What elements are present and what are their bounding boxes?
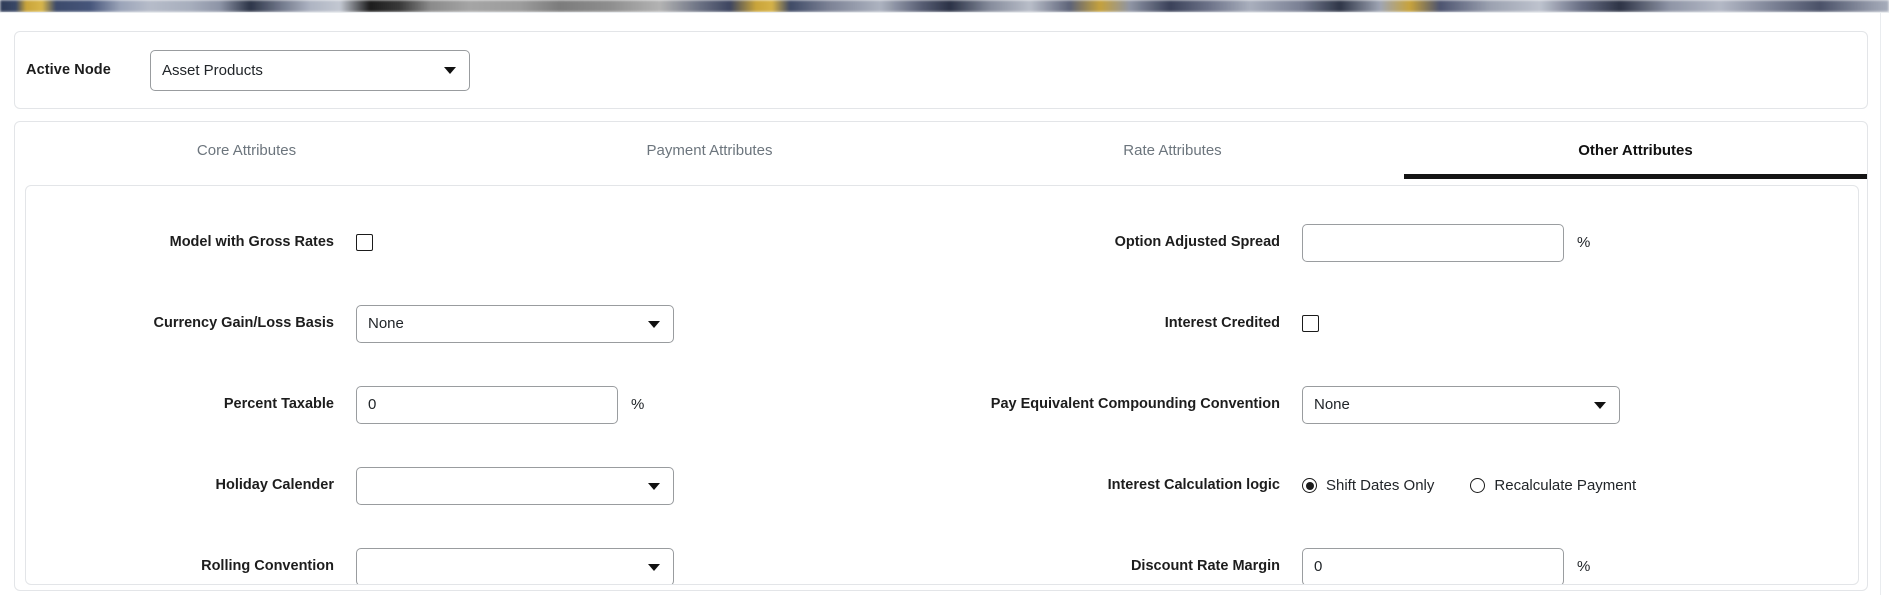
percent-taxable-control: % [356,385,645,424]
currency-gain-loss-basis-select[interactable]: None [356,304,674,343]
field-interest-credited: Interest Credited [942,283,1858,364]
holiday-calender-control [356,466,674,505]
model-with-gross-rates-label: Model with Gross Rates [169,234,334,251]
interest-credited-checkbox[interactable] [1302,315,1319,332]
pay-equivalent-compounding-convention-value: None [1314,396,1350,413]
field-option-adjusted-spread: Option Adjusted Spread % [942,202,1858,283]
header-banner-image [0,0,1889,12]
option-adjusted-spread-input[interactable] [1302,223,1564,262]
option-adjusted-spread-control: % [1302,223,1591,262]
option-adjusted-spread-suffix: % [1577,234,1591,251]
interest-credited-control [1302,315,1319,332]
discount-rate-margin-suffix: % [1577,558,1591,575]
tab-other-attributes[interactable]: Other Attributes [1404,122,1867,179]
pay-equivalent-compounding-convention-control: None [1302,385,1620,424]
attributes-tabstrip: Core Attributes Payment Attributes Rate … [15,122,1867,179]
interest-calculation-logic-label: Interest Calculation logic [1107,477,1280,494]
percent-taxable-label: Percent Taxable [223,396,334,413]
tab-rate-attributes[interactable]: Rate Attributes [941,122,1404,179]
field-currency-gain-loss-basis: Currency Gain/Loss Basis None [26,283,942,364]
field-holiday-calender: Holiday Calender [26,445,942,526]
rolling-convention-select[interactable] [356,547,674,584]
radio-option-shift-dates-only[interactable]: Shift Dates Only [1302,477,1434,494]
active-node-card: Active Node Asset Products [14,31,1868,109]
chevron-down-icon [648,482,660,490]
model-with-gross-rates-checkbox[interactable] [356,234,373,251]
holiday-calender-label: Holiday Calender [215,477,334,494]
percent-taxable-suffix: % [631,396,645,413]
radio-option-recalculate-payment[interactable]: Recalculate Payment [1470,477,1636,494]
option-adjusted-spread-label: Option Adjusted Spread [1114,234,1280,251]
field-percent-taxable: Percent Taxable % [26,364,942,445]
page-body: Active Node Asset Products Core Attribut… [0,12,1889,595]
attributes-card: Core Attributes Payment Attributes Rate … [14,121,1868,591]
active-node-row: Active Node Asset Products [15,32,1867,108]
field-model-with-gross-rates: Model with Gross Rates [26,202,942,283]
pay-equivalent-compounding-convention-select[interactable]: None [1302,385,1620,424]
chevron-down-icon [444,67,456,74]
pay-equivalent-compounding-convention-label: Pay Equivalent Compounding Convention [990,396,1280,413]
radio-recalculate-payment-indicator[interactable] [1470,478,1486,493]
active-node-selected-value: Asset Products [162,61,263,79]
currency-gain-loss-basis-label: Currency Gain/Loss Basis [153,315,334,332]
field-pay-equivalent-compounding-convention: Pay Equivalent Compounding Convention No… [942,364,1858,445]
discount-rate-margin-input[interactable] [1302,547,1564,584]
form-column-left: Model with Gross Rates Currency Gain/Los… [26,202,942,584]
currency-gain-loss-basis-control: None [356,304,674,343]
rolling-convention-label: Rolling Convention [201,558,334,575]
interest-credited-label: Interest Credited [1164,315,1280,332]
right-gutter-divider [1880,13,1881,595]
radio-shift-dates-only-indicator[interactable] [1302,478,1317,493]
tab-core-attributes[interactable]: Core Attributes [15,122,478,179]
tab-payment-attributes[interactable]: Payment Attributes [478,122,941,179]
field-discount-rate-margin: Discount Rate Margin % [942,526,1858,584]
active-node-label: Active Node [26,62,111,78]
rolling-convention-control [356,547,674,584]
currency-gain-loss-basis-value: None [368,315,404,332]
active-node-select[interactable]: Asset Products [150,49,470,91]
interest-calculation-logic-radio-group: Shift Dates Only Recalculate Payment [1302,477,1672,494]
field-interest-calculation-logic: Interest Calculation logic Shift Dates O… [942,445,1858,526]
chevron-down-icon [648,563,660,571]
field-rolling-convention: Rolling Convention [26,526,942,584]
radio-shift-dates-only-label: Shift Dates Only [1326,477,1435,494]
form-columns: Model with Gross Rates Currency Gain/Los… [26,186,1858,584]
discount-rate-margin-control: % [1302,547,1591,584]
chevron-down-icon [1594,401,1606,409]
form-column-right: Option Adjusted Spread % Interest Credit… [942,202,1858,584]
discount-rate-margin-label: Discount Rate Margin [1130,558,1280,575]
radio-recalculate-payment-label: Recalculate Payment [1494,477,1637,494]
chevron-down-icon [648,320,660,328]
model-with-gross-rates-control [356,234,373,251]
holiday-calender-select[interactable] [356,466,674,505]
percent-taxable-input[interactable] [356,385,618,424]
other-attributes-panel: Model with Gross Rates Currency Gain/Los… [25,185,1859,585]
